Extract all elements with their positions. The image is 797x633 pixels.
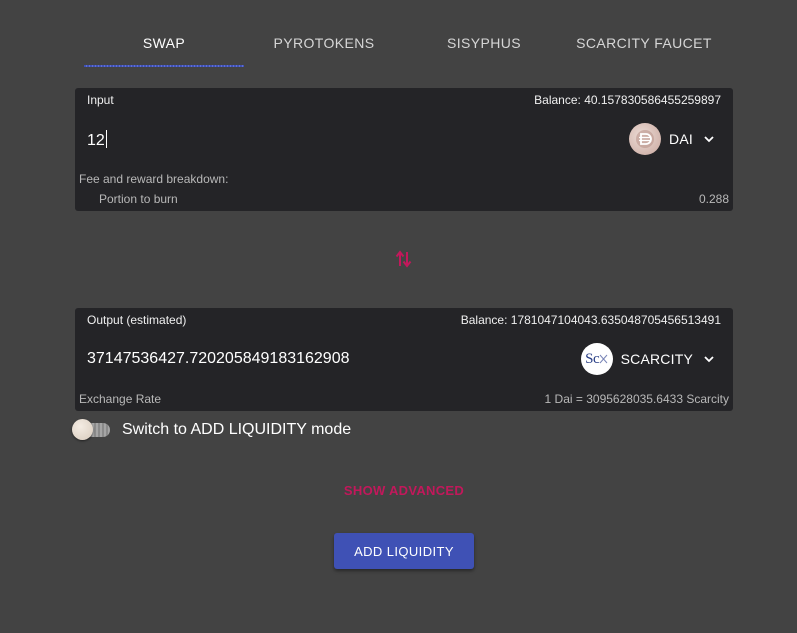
input-token-selector[interactable]: DAI — [629, 122, 715, 156]
exchange-rate-value: 1 Dai = 3095628035.6433 Scarcity — [544, 392, 729, 406]
tab-swap[interactable]: SWAP — [84, 22, 244, 66]
toggle-label[interactable]: Switch to ADD LIQUIDITY mode — [122, 421, 351, 439]
dai-logo-icon — [629, 123, 662, 155]
nav-tabs: SWAP PYROTOKENS SISYPHUS SCARCITY FAUCET — [84, 22, 724, 68]
output-balance: Balance: 1781047104043.63504870545651349… — [460, 313, 721, 327]
add-liquidity-toggle[interactable] — [72, 419, 112, 441]
chevron-down-icon — [704, 356, 714, 363]
tab-sisyphus[interactable]: SISYPHUS — [404, 22, 564, 66]
burn-value: 0.288 — [698, 192, 729, 206]
output-token-selector[interactable]: Sc SCARCITY — [580, 342, 715, 376]
output-label: Output (estimated) — [87, 313, 187, 327]
toggle-thumb — [72, 419, 93, 440]
fee-breakdown-title: Fee and reward breakdown: — [79, 172, 229, 186]
input-amount-field[interactable]: 12 — [87, 130, 107, 150]
scarcity-logo-icon: Sc — [580, 343, 613, 375]
swap-direction-icon[interactable] — [395, 249, 413, 269]
text-caret — [105, 130, 107, 148]
burn-label: Portion to burn — [99, 192, 178, 206]
exchange-rate-label: Exchange Rate — [79, 392, 162, 406]
active-tab-indicator — [84, 65, 244, 67]
add-liquidity-button[interactable]: ADD LIQUIDITY — [334, 533, 474, 569]
tab-pyrotokens[interactable]: PYROTOKENS — [244, 22, 404, 66]
chevron-down-icon — [704, 136, 714, 143]
show-advanced-button[interactable]: SHOW ADVANCED — [0, 483, 797, 498]
input-amount-value: 12 — [87, 132, 105, 149]
swap-page: SWAP PYROTOKENS SISYPHUS SCARCITY FAUCET… — [0, 0, 797, 633]
output-amount-field[interactable]: 37147536427.720205849183162908 — [87, 350, 350, 368]
input-label: Input — [87, 93, 114, 107]
output-panel: Output (estimated) Balance: 178104710404… — [75, 308, 733, 411]
input-panel: Input Balance: 40.157830586455259897 12 … — [75, 88, 733, 211]
input-balance[interactable]: Balance: 40.157830586455259897 — [534, 93, 721, 107]
output-token-name: SCARCITY — [620, 351, 693, 367]
input-token-name: DAI — [669, 131, 693, 147]
tab-scarcity-faucet[interactable]: SCARCITY FAUCET — [564, 22, 724, 66]
